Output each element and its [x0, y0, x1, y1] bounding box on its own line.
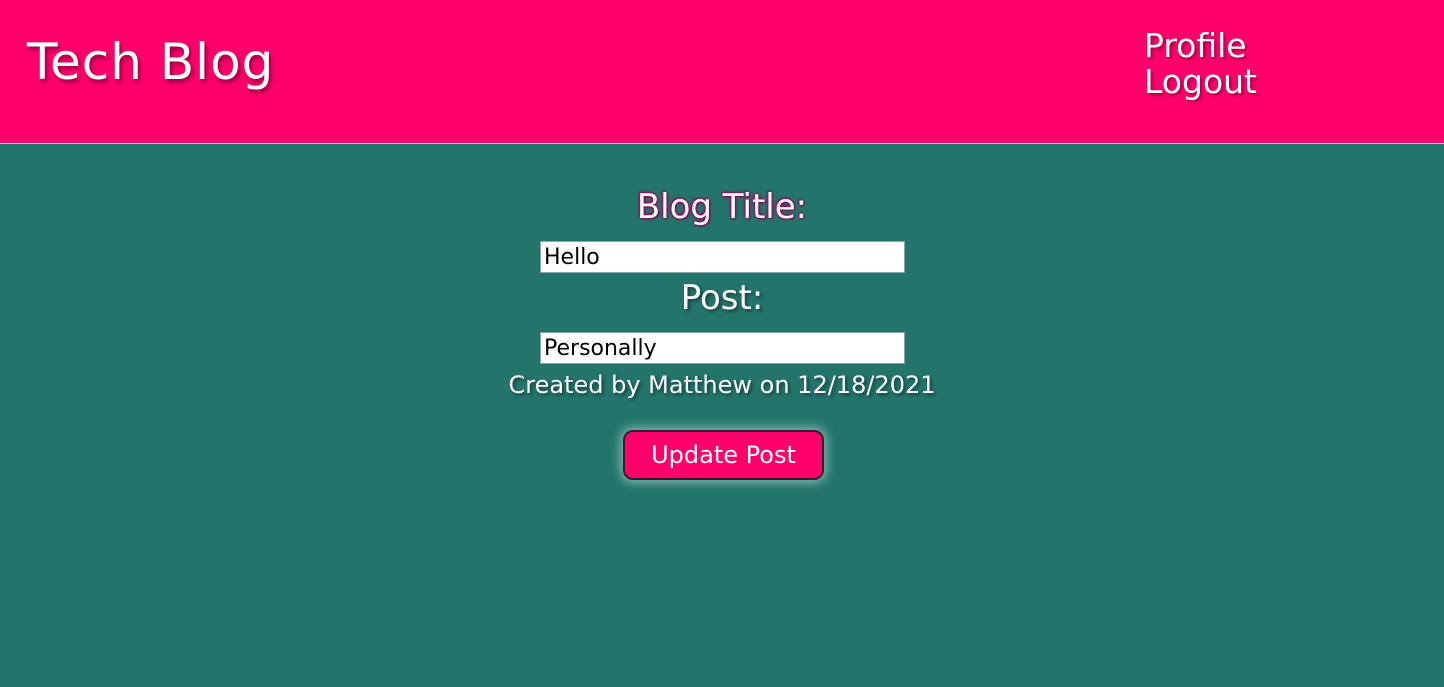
post-meta-text: Created by Matthew on 12/18/2021 — [508, 371, 936, 399]
header-nav: Profile Logout — [1144, 28, 1257, 100]
blog-title-input[interactable] — [540, 241, 905, 273]
nav-logout-link[interactable]: Logout — [1144, 64, 1257, 100]
site-title[interactable]: Tech Blog — [27, 32, 274, 92]
post-content-input[interactable] — [540, 332, 905, 364]
update-post-button[interactable]: Update Post — [623, 430, 824, 480]
post-label: Post: — [680, 278, 764, 318]
nav-profile-link[interactable]: Profile — [1144, 28, 1257, 64]
blog-title-label: Blog Title: — [636, 187, 808, 227]
site-header: Tech Blog Profile Logout — [0, 0, 1444, 144]
edit-post-form: Blog Title: Post: Created by Matthew on … — [0, 145, 1444, 687]
